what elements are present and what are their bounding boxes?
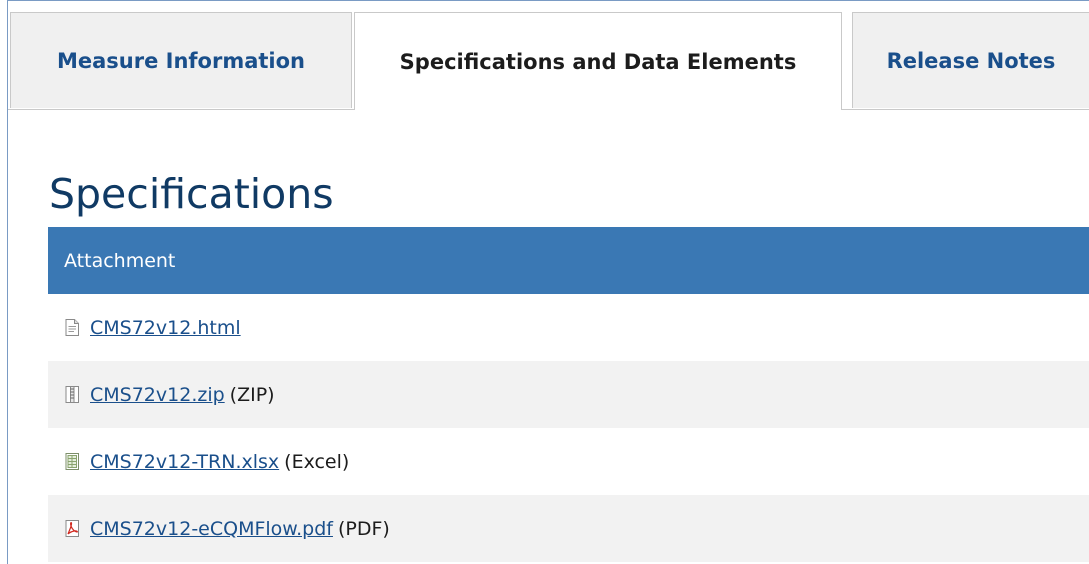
attachments-table: Attachment CMS72v12.html CMS72v12.zip (Z… [48, 227, 1089, 562]
excel-file-icon [65, 453, 79, 470]
table-row: CMS72v12.html [48, 294, 1089, 361]
table-row: CMS72v12.zip (ZIP) [48, 361, 1089, 428]
pdf-file-icon [65, 520, 79, 537]
tab-measure-information[interactable]: Measure Information [10, 12, 352, 108]
file-type-label: (PDF) [337, 517, 390, 540]
file-type-label: (Excel) [284, 450, 350, 473]
section-title: Specifications [49, 170, 334, 218]
file-type-label: (ZIP) [229, 383, 275, 406]
file-link[interactable]: CMS72v12.html [90, 317, 241, 339]
file-link[interactable]: CMS72v12.zip [90, 384, 225, 406]
tab-bar: Measure Information Specifications and D… [8, 12, 1089, 110]
tab-specifications-and-data-elements[interactable]: Specifications and Data Elements [354, 12, 842, 110]
file-link[interactable]: CMS72v12-eCQMFlow.pdf [90, 518, 333, 540]
table-row: CMS72v12-eCQMFlow.pdf (PDF) [48, 495, 1089, 562]
table-row: CMS72v12-TRN.xlsx (Excel) [48, 428, 1089, 495]
zip-file-icon [65, 386, 79, 403]
table-header-attachment: Attachment [48, 227, 1089, 294]
file-link[interactable]: CMS72v12-TRN.xlsx [90, 451, 279, 473]
html-file-icon [65, 319, 79, 336]
tab-release-notes[interactable]: Release Notes [852, 12, 1089, 108]
